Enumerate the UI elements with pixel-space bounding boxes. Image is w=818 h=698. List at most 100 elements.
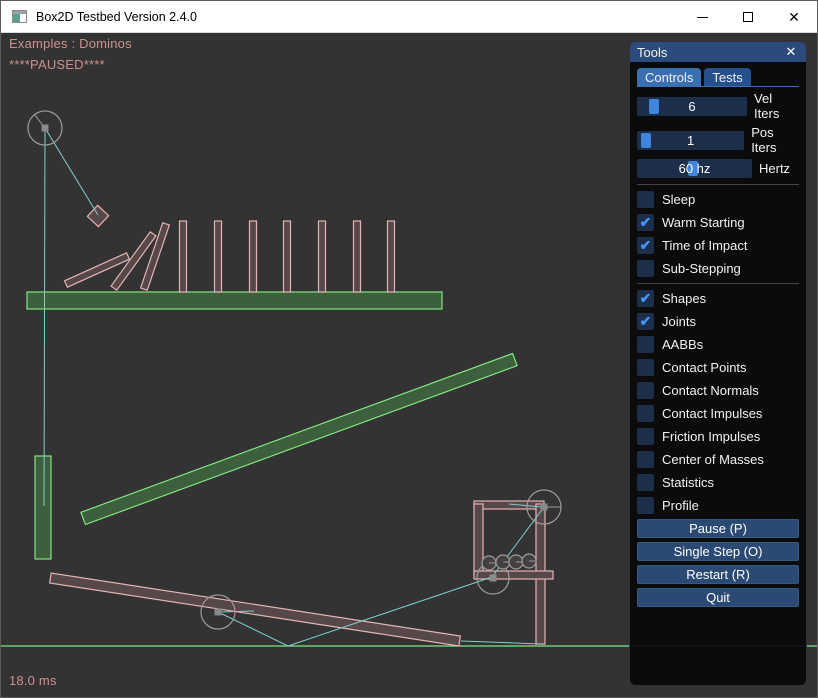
standing-domino-5 <box>319 221 326 292</box>
checkbox-label: Sub-Stepping <box>662 261 741 276</box>
frame-shelf <box>474 571 553 579</box>
separator-1 <box>637 184 799 185</box>
checkbox-label: Shapes <box>662 291 706 306</box>
checkbox-center-of-masses[interactable]: ✔ <box>637 451 654 468</box>
minimize-button[interactable] <box>679 1 725 33</box>
frame-low-wheel-anchor-marker <box>490 575 497 582</box>
checkbox-label: Profile <box>662 498 699 513</box>
checkbox-label: Friction Impulses <box>662 429 760 444</box>
slider-hertz[interactable]: 60 hz <box>637 159 752 178</box>
checkbox-contact-points[interactable]: ✔ <box>637 359 654 376</box>
checkbox-group-0: ✔ Sleep ✔ Warm Starting ✔ Time of Impact ✔ Sub-… <box>637 191 799 277</box>
checkbox-warm-starting[interactable]: ✔ <box>637 214 654 231</box>
checkbox-label: Sleep <box>662 192 695 207</box>
vertical-post <box>35 456 51 559</box>
standing-domino-2 <box>215 221 222 292</box>
slider-row-pos-iters: 1 Pos Iters <box>637 125 799 155</box>
pendulum-wheel-anchor-marker <box>42 125 49 132</box>
tools-panel-title: Tools <box>637 45 783 60</box>
button-stack: Pause (P) Single Step (O) Restart (R) Quit <box>637 519 799 607</box>
checkbox-label: Contact Impulses <box>662 406 762 421</box>
standing-domino-6 <box>354 221 361 292</box>
checkbox-row-joints[interactable]: ✔ Joints <box>637 313 799 330</box>
tab-controls[interactable]: Controls <box>637 68 701 86</box>
restart-r-button[interactable]: Restart (R) <box>637 565 799 584</box>
slider-value: 6 <box>637 97 747 116</box>
checkbox-profile[interactable]: ✔ <box>637 497 654 514</box>
standing-domino-4 <box>284 221 291 292</box>
standing-domino-3 <box>250 221 257 292</box>
maximize-button[interactable] <box>725 1 771 33</box>
checkbox-label: Contact Normals <box>662 383 759 398</box>
seesaw-pivot-anchor-marker <box>215 609 222 616</box>
slider-value: 1 <box>637 131 744 150</box>
checkbox-row-aabbs[interactable]: ✔ AABBs <box>637 336 799 353</box>
joint-line-1 <box>44 128 45 506</box>
tab-tests[interactable]: Tests <box>704 68 750 86</box>
checkbox-shapes[interactable]: ✔ <box>637 290 654 307</box>
frame-top-wheel-anchor-marker <box>541 504 548 511</box>
long-ramp <box>81 353 517 524</box>
domino-platform <box>27 292 442 309</box>
slider-row-hertz: 60 hzHertz <box>637 159 799 178</box>
checkbox-sub-stepping[interactable]: ✔ <box>637 260 654 277</box>
single-step-o-button[interactable]: Single Step (O) <box>637 542 799 561</box>
slider-value: 60 hz <box>637 159 752 178</box>
slider-label: Vel Iters <box>754 91 799 121</box>
checkbox-contact-normals[interactable]: ✔ <box>637 382 654 399</box>
quit-button[interactable]: Quit <box>637 588 799 607</box>
app-window: Examples : Dominos ****PAUSED**** 18.0 m… <box>0 0 818 698</box>
checkbox-row-sleep[interactable]: ✔ Sleep <box>637 191 799 208</box>
checkbox-statistics[interactable]: ✔ <box>637 474 654 491</box>
pause-p-button[interactable]: Pause (P) <box>637 519 799 538</box>
checkbox-row-warm-starting[interactable]: ✔ Warm Starting <box>637 214 799 231</box>
checkbox-time-of-impact[interactable]: ✔ <box>637 237 654 254</box>
example-label: Examples : Dominos <box>9 36 132 51</box>
close-icon: ✕ <box>788 10 800 24</box>
panel-close-icon[interactable]: ✕ <box>783 44 799 60</box>
slider-row-vel-iters: 6 Vel Iters <box>637 91 799 121</box>
slider-vel-iters[interactable]: 6 <box>637 97 747 116</box>
slider-pos-iters[interactable]: 1 <box>637 131 744 150</box>
slider-label: Pos Iters <box>751 125 799 155</box>
checkbox-row-time-of-impact[interactable]: ✔ Time of Impact <box>637 237 799 254</box>
checkbox-joints[interactable]: ✔ <box>637 313 654 330</box>
seesaw-plank <box>50 573 461 646</box>
joint-line-2 <box>45 128 98 215</box>
checkbox-friction-impulses[interactable]: ✔ <box>637 428 654 445</box>
checkbox-group-1: ✔ Shapes ✔ Joints ✔ AABBs ✔ Contact Points ✔ Cont… <box>637 290 799 514</box>
checkbox-label: Warm Starting <box>662 215 745 230</box>
checkbox-row-contact-normals[interactable]: ✔ Contact Normals <box>637 382 799 399</box>
app-icon <box>12 10 27 23</box>
checkbox-aabbs[interactable]: ✔ <box>637 336 654 353</box>
tools-panel-titlebar[interactable]: Tools ✕ <box>630 42 806 62</box>
slider-rows: 6 Vel Iters 1 Pos Iters 60 hzHertz <box>637 91 799 178</box>
checkbox-label: Joints <box>662 314 696 329</box>
checkbox-label: Statistics <box>662 475 714 490</box>
checkbox-row-contact-points[interactable]: ✔ Contact Points <box>637 359 799 376</box>
checkbox-row-contact-impulses[interactable]: ✔ Contact Impulses <box>637 405 799 422</box>
checkbox-row-friction-impulses[interactable]: ✔ Friction Impulses <box>637 428 799 445</box>
standing-domino-1 <box>180 221 187 292</box>
checkbox-label: Time of Impact <box>662 238 747 253</box>
titlebar: Box2D Testbed Version 2.4.0 ✕ <box>1 1 817 33</box>
checkbox-label: Contact Points <box>662 360 747 375</box>
maximize-icon <box>743 12 753 22</box>
joint-line-8 <box>461 641 541 644</box>
checkbox-contact-impulses[interactable]: ✔ <box>637 405 654 422</box>
frame-top-bar <box>474 501 544 509</box>
close-button[interactable]: ✕ <box>771 1 817 33</box>
checkbox-row-sub-stepping[interactable]: ✔ Sub-Stepping <box>637 260 799 277</box>
checkbox-sleep[interactable]: ✔ <box>637 191 654 208</box>
standing-domino-7 <box>388 221 395 292</box>
checkbox-row-center-of-masses[interactable]: ✔Center of Masses <box>637 451 799 468</box>
separator-2 <box>637 283 799 284</box>
frame-time-label: 18.0 ms <box>9 673 57 688</box>
checkbox-row-statistics[interactable]: ✔ Statistics <box>637 474 799 491</box>
pendulum-box <box>87 205 108 226</box>
tools-panel: Tools ✕ ControlsTests 6 Vel Iters 1 Pos Ite… <box>629 41 807 686</box>
checkbox-row-profile[interactable]: ✔ Profile <box>637 497 799 514</box>
checkbox-row-shapes[interactable]: ✔ Shapes <box>637 290 799 307</box>
paused-label: ****PAUSED**** <box>9 57 105 72</box>
checkbox-label: AABBs <box>662 337 703 352</box>
